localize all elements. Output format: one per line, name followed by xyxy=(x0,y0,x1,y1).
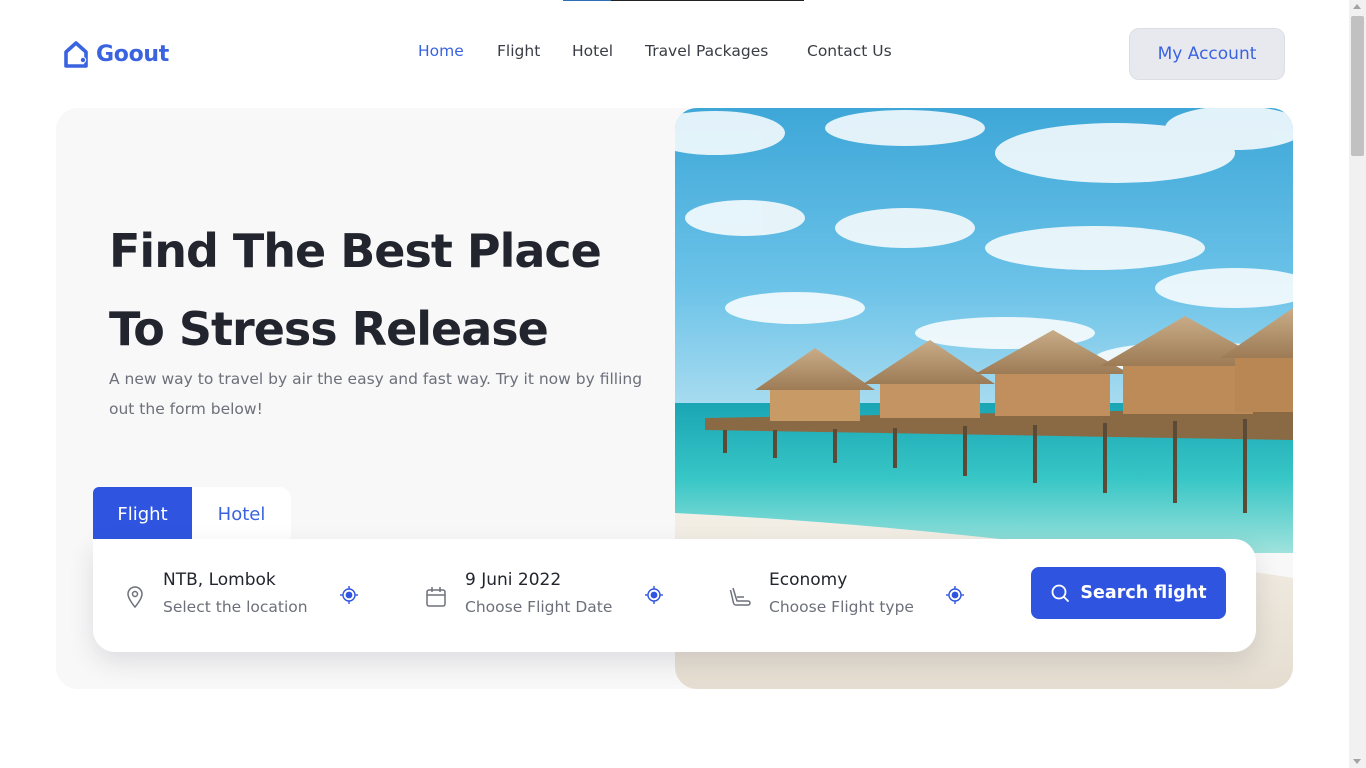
calendar-icon xyxy=(425,585,447,609)
scrollbar-thumb[interactable] xyxy=(1351,16,1364,156)
location-pin-icon xyxy=(124,585,146,609)
nav-contact-us[interactable]: Contact Us xyxy=(807,42,892,60)
flight-search-form: NTB, Lombok Select the location 9 Juni 2… xyxy=(93,539,1256,652)
search-icon xyxy=(1050,583,1070,603)
target-icon[interactable] xyxy=(946,586,964,604)
hero-subtext: A new way to travel by air the easy and … xyxy=(109,370,643,418)
tab-flight[interactable]: Flight xyxy=(93,487,192,541)
flight-type-label: Choose Flight type xyxy=(769,598,914,616)
date-field[interactable]: 9 Juni 2022 Choose Flight Date xyxy=(403,539,703,652)
target-icon[interactable] xyxy=(645,586,663,604)
search-flight-label: Search flight xyxy=(1080,583,1207,603)
hero-headline-line-1: Find The Best Place xyxy=(109,224,602,278)
search-flight-button[interactable]: Search flight xyxy=(1031,567,1226,619)
nav-flight[interactable]: Flight xyxy=(497,42,540,60)
nav-travel-packages[interactable]: Travel Packages xyxy=(645,42,768,60)
date-label: Choose Flight Date xyxy=(465,598,613,616)
flight-type-field[interactable]: Economy Choose Flight type xyxy=(708,539,1008,652)
target-icon[interactable] xyxy=(340,586,358,604)
page-load-progress xyxy=(563,0,804,1)
hero-headline-line-2: To Stress Release xyxy=(109,302,549,356)
location-label: Select the location xyxy=(163,598,308,616)
my-account-button[interactable]: My Account xyxy=(1129,28,1285,80)
scroll-down-arrow-icon[interactable] xyxy=(1353,759,1361,764)
nav-hotel[interactable]: Hotel xyxy=(572,42,613,60)
location-field[interactable]: NTB, Lombok Select the location xyxy=(93,539,393,652)
seat-icon xyxy=(729,585,751,609)
flight-type-value: Economy xyxy=(769,570,848,590)
hero-headline: Find The Best Place To Stress Release xyxy=(109,212,669,368)
scroll-up-arrow-icon[interactable] xyxy=(1353,4,1361,9)
page-scrollbar[interactable] xyxy=(1349,0,1366,768)
tab-hotel[interactable]: Hotel xyxy=(192,487,291,541)
date-value: 9 Juni 2022 xyxy=(465,570,562,590)
location-value: NTB, Lombok xyxy=(163,570,276,590)
nav-home[interactable]: Home xyxy=(418,42,464,60)
